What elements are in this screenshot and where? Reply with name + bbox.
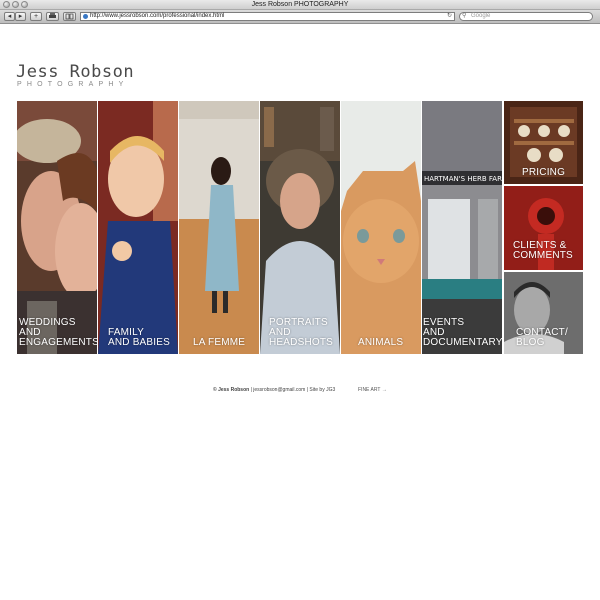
search-field[interactable]: ⚲ Google (459, 12, 593, 21)
close-window-button[interactable] (3, 1, 10, 8)
tile-weddings-label: WEDDINGS AND ENGAGEMENTS (19, 317, 97, 348)
tile-contact[interactable]: CONTACT/ BLOG (504, 272, 583, 354)
tile-family[interactable]: FAMILY AND BABIES (98, 101, 178, 354)
tile-portraits[interactable]: PORTRAITS AND HEADSHOTS (260, 101, 340, 354)
forward-button[interactable]: ▸ (15, 12, 26, 21)
logo-name[interactable]: Jess Robson (16, 62, 134, 82)
tile-animals[interactable]: ANIMALS (341, 101, 421, 354)
browser-toolbar: ◂ ▸ + http://www.jessrobson.com/professi… (0, 10, 600, 24)
tile-family-label: FAMILY AND BABIES (108, 327, 171, 348)
tile-clients[interactable]: CLIENTS & COMMENTS (504, 186, 583, 270)
tile-events[interactable]: HARTMAN'S HERB FARM EVENTS AND DOCUMENTA… (422, 101, 502, 354)
window-titlebar: Jess Robson PHOTOGRAPHY (0, 0, 600, 10)
print-icon (49, 13, 56, 18)
tile-clients-label: CLIENTS & COMMENTS (513, 240, 573, 261)
back-arrow-icon: ◂ (7, 13, 12, 20)
events-sign-text: HARTMAN'S HERB FARM (424, 175, 502, 183)
minimize-window-button[interactable] (12, 1, 19, 8)
zoom-window-button[interactable] (21, 1, 28, 8)
fine-art-link[interactable]: FINE ART → (358, 387, 387, 393)
forward-arrow-icon: ▸ (18, 13, 23, 20)
search-placeholder: Google (471, 13, 491, 19)
plus-icon: + (33, 13, 39, 20)
family-photo (98, 101, 178, 354)
footer-credit: © Jess Robson | jessrobson@gmail.com | S… (213, 387, 336, 393)
tile-contact-label: CONTACT/ BLOG (516, 327, 568, 348)
back-button[interactable]: ◂ (4, 12, 15, 21)
window-title: Jess Robson PHOTOGRAPHY (251, 1, 349, 8)
tile-la-femme-label: LA FEMME (193, 337, 246, 348)
site-favicon-icon (83, 14, 88, 19)
address-bar[interactable]: http://www.jessrobson.com/professional/i… (80, 12, 455, 21)
print-button[interactable] (46, 12, 59, 21)
footer-copyright: © Jess Robson (213, 387, 250, 393)
bookmarks-button[interactable] (63, 12, 76, 21)
footer-site-by[interactable]: Site by JG3 (309, 387, 335, 393)
logo-tagline: PHOTOGRAPHY (17, 81, 129, 88)
footer-email-link[interactable]: jessrobson@gmail.com (253, 387, 305, 393)
tile-la-femme[interactable]: LA FEMME (179, 101, 259, 354)
animals-photo (341, 101, 421, 354)
add-bookmark-button[interactable]: + (30, 12, 42, 21)
tile-weddings[interactable]: WEDDINGS AND ENGAGEMENTS (17, 101, 97, 354)
address-url: http://www.jessrobson.com/professional/i… (90, 13, 225, 19)
tile-animals-label: ANIMALS (358, 337, 404, 348)
tile-pricing[interactable]: PRICING (504, 101, 583, 184)
tile-pricing-label: PRICING (522, 167, 566, 178)
search-icon: ⚲ (462, 13, 467, 19)
la-femme-photo (179, 101, 259, 354)
tile-portraits-label: PORTRAITS AND HEADSHOTS (269, 317, 334, 348)
book-icon (65, 13, 74, 20)
reload-icon[interactable]: ↻ (447, 13, 452, 20)
tile-events-label: EVENTS AND DOCUMENTARY (423, 317, 502, 348)
